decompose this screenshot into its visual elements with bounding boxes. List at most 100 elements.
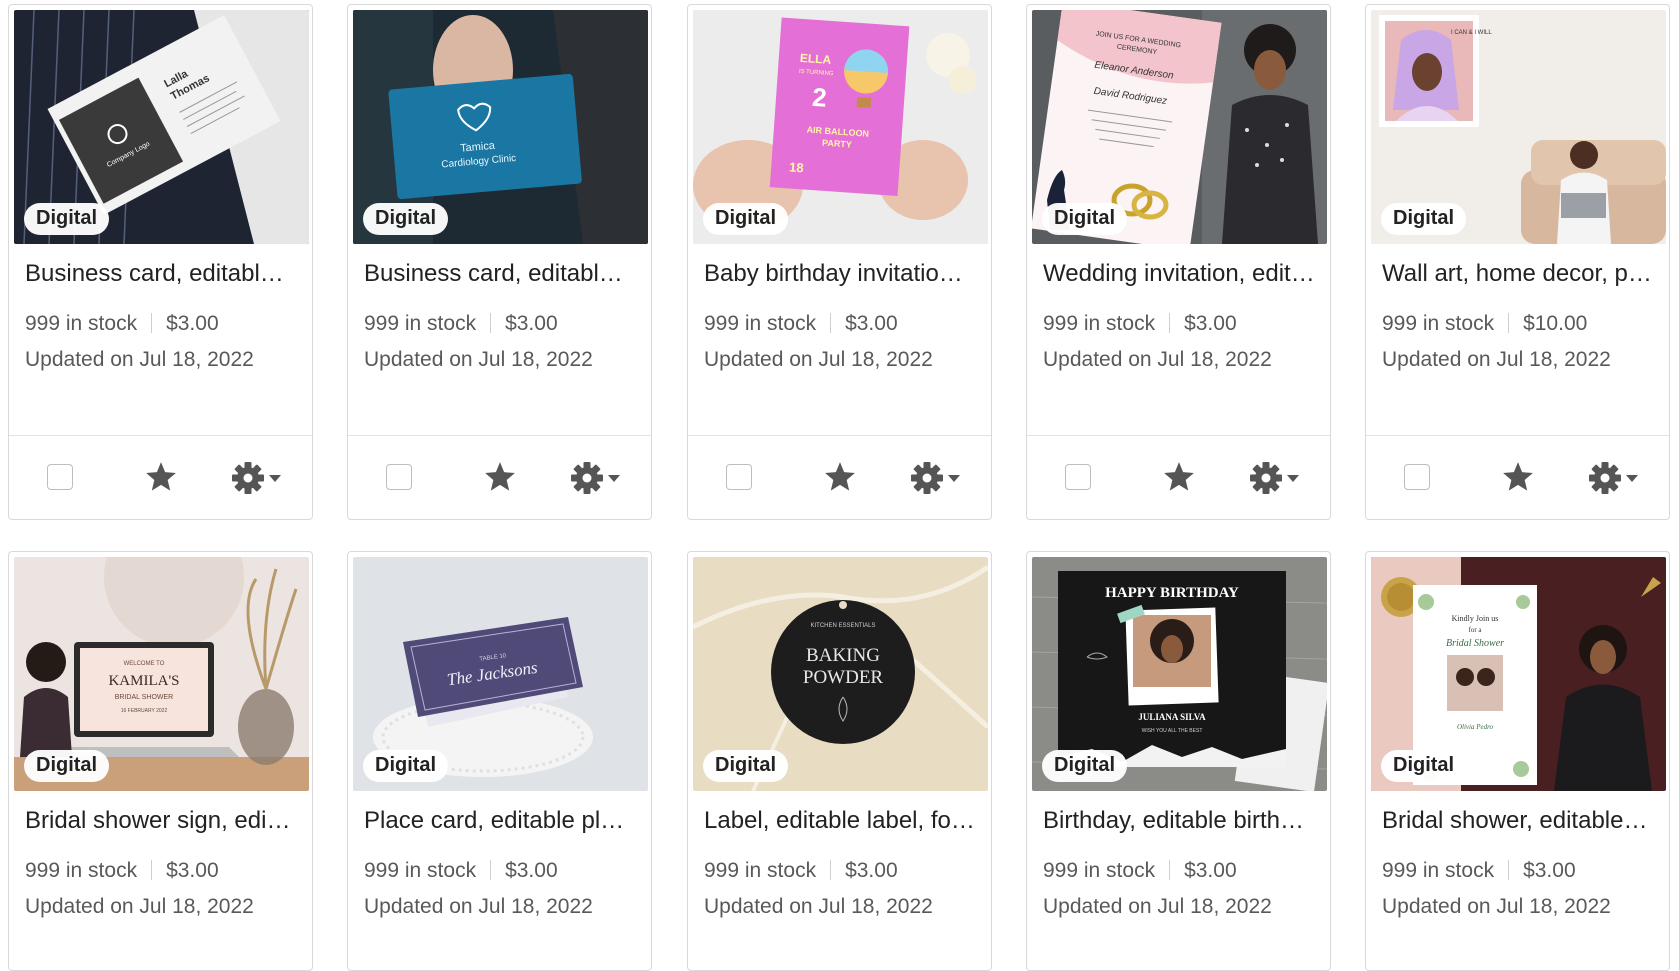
- meta-divider: [1169, 860, 1171, 880]
- listing-title[interactable]: Wall art, home decor, printable wall art: [1382, 260, 1654, 288]
- listing-thumbnail[interactable]: TABLE 10 The Jacksons Digital: [353, 557, 648, 791]
- listing-thumbnail[interactable]: JOIN US FOR A WEDDING CEREMONY Eleanor A…: [1032, 10, 1327, 244]
- star-icon[interactable]: [483, 460, 517, 494]
- star-icon[interactable]: [1501, 460, 1535, 494]
- svg-text:2: 2: [811, 82, 828, 113]
- select-checkbox[interactable]: [1065, 464, 1091, 490]
- select-checkbox[interactable]: [726, 464, 752, 490]
- stock-count: 999 in stock: [364, 859, 477, 882]
- svg-text:BAKING: BAKING: [806, 645, 880, 666]
- price: $3.00: [845, 312, 898, 335]
- svg-text:BRIDAL SHOWER: BRIDAL SHOWER: [115, 694, 173, 701]
- listing-meta: 999 in stock $3.00: [1043, 859, 1237, 883]
- stock-count: 999 in stock: [704, 312, 817, 335]
- svg-text:Bridal Shower: Bridal Shower: [1446, 638, 1504, 649]
- meta-divider: [490, 860, 492, 880]
- price: $3.00: [845, 859, 898, 882]
- listing-title[interactable]: Place card, editable place card: [364, 807, 636, 835]
- price: $3.00: [166, 312, 219, 335]
- chevron-down-icon: [948, 475, 960, 482]
- settings-menu-button[interactable]: [910, 460, 970, 496]
- listing-card[interactable]: WELCOME TO KAMILA'S BRIDAL SHOWER 16 FEB…: [8, 551, 313, 971]
- listing-card[interactable]: HAPPY BIRTHDAY JULIANA SILVA WISH YOU AL…: [1026, 551, 1331, 971]
- meta-divider: [1169, 313, 1171, 333]
- listing-thumbnail[interactable]: KITCHEN ESSENTIALS BAKING POWDER Digital: [693, 557, 988, 791]
- stock-count: 999 in stock: [704, 859, 817, 882]
- settings-menu-button[interactable]: [570, 460, 630, 496]
- digital-badge: Digital: [703, 750, 789, 782]
- listing-title[interactable]: Wedding invitation, editable invitation: [1043, 260, 1315, 288]
- svg-text:Olivia Pedro: Olivia Pedro: [1457, 723, 1494, 731]
- digital-badge: Digital: [24, 203, 110, 235]
- digital-badge: Digital: [1042, 750, 1128, 782]
- svg-text:HAPPY BIRTHDAY: HAPPY BIRTHDAY: [1105, 585, 1239, 601]
- svg-text:KITCHEN ESSENTIALS: KITCHEN ESSENTIALS: [810, 623, 875, 629]
- settings-menu-button[interactable]: [1249, 460, 1309, 496]
- star-icon[interactable]: [144, 460, 178, 494]
- listing-card[interactable]: TABLE 10 The Jacksons Digital Place card…: [347, 551, 652, 971]
- listing-thumbnail[interactable]: HAPPY BIRTHDAY JULIANA SILVA WISH YOU AL…: [1032, 557, 1327, 791]
- listing-title[interactable]: Label, editable label, food label: [704, 807, 976, 835]
- listing-title[interactable]: Business card, editable business card, e…: [364, 260, 636, 288]
- svg-text:WELCOME TO: WELCOME TO: [124, 661, 165, 667]
- digital-badge: Digital: [1381, 750, 1467, 782]
- listing-thumbnail[interactable]: Tamica Cardiology Clinic Digital: [353, 10, 648, 244]
- listing-thumbnail[interactable]: I CAN & I WILL Digital: [1371, 10, 1666, 244]
- listing-title[interactable]: Bridal shower sign, editable sign: [25, 807, 297, 835]
- price: $3.00: [505, 859, 558, 882]
- stock-count: 999 in stock: [1382, 859, 1495, 882]
- updated-date: Updated on Jul 18, 2022: [704, 348, 933, 371]
- listing-title[interactable]: Birthday, editable birthday card: [1043, 807, 1315, 835]
- select-checkbox[interactable]: [1404, 464, 1430, 490]
- svg-text:I CAN & I WILL: I CAN & I WILL: [1451, 30, 1492, 36]
- listing-card[interactable]: Company Logo Lalla Thomas Digital Busine…: [8, 4, 313, 520]
- updated-date: Updated on Jul 18, 2022: [1043, 895, 1272, 918]
- gear-icon: [1589, 462, 1621, 494]
- listing-card[interactable]: JOIN US FOR A WEDDING CEREMONY Eleanor A…: [1026, 4, 1331, 520]
- listing-meta: 999 in stock $3.00: [25, 312, 219, 336]
- meta-divider: [151, 313, 153, 333]
- settings-menu-button[interactable]: [231, 460, 291, 496]
- chevron-down-icon: [1287, 475, 1299, 482]
- price: $3.00: [1184, 312, 1237, 335]
- stock-count: 999 in stock: [1043, 312, 1156, 335]
- listing-thumbnail[interactable]: WELCOME TO KAMILA'S BRIDAL SHOWER 16 FEB…: [14, 557, 309, 791]
- star-icon[interactable]: [1162, 460, 1196, 494]
- listing-thumbnail[interactable]: Company Logo Lalla Thomas Digital: [14, 10, 309, 244]
- listing-meta: 999 in stock $3.00: [25, 859, 219, 883]
- card-actions: [688, 435, 991, 522]
- listing-title[interactable]: Baby birthday invitation, editable invit…: [704, 260, 976, 288]
- digital-badge: Digital: [363, 203, 449, 235]
- updated-date: Updated on Jul 18, 2022: [1382, 348, 1611, 371]
- svg-text:KAMILA'S: KAMILA'S: [108, 673, 179, 689]
- select-checkbox[interactable]: [47, 464, 73, 490]
- listing-title[interactable]: Business card, editable business card, e…: [25, 260, 297, 288]
- svg-text:18: 18: [789, 159, 804, 175]
- listing-card[interactable]: KITCHEN ESSENTIALS BAKING POWDER Digital…: [687, 551, 992, 971]
- svg-text:Kindly Join us: Kindly Join us: [1452, 614, 1499, 623]
- digital-badge: Digital: [1381, 203, 1467, 235]
- stock-count: 999 in stock: [1382, 312, 1495, 335]
- listing-meta: 999 in stock $3.00: [364, 312, 558, 336]
- card-actions: [348, 435, 651, 522]
- price: $3.00: [1523, 859, 1576, 882]
- digital-badge: Digital: [703, 203, 789, 235]
- chevron-down-icon: [608, 475, 620, 482]
- listing-grid: Company Logo Lalla Thomas Digital Busine…: [0, 0, 1679, 971]
- card-actions: [1027, 435, 1330, 522]
- listing-title[interactable]: Bridal shower, editable invitation: [1382, 807, 1654, 835]
- star-icon[interactable]: [823, 460, 857, 494]
- svg-text:16 FEBRUARY 2022: 16 FEBRUARY 2022: [121, 708, 168, 714]
- listing-card[interactable]: Tamica Cardiology Clinic Digital Busines…: [347, 4, 652, 520]
- listing-thumbnail[interactable]: ELLA IS TURNING 2 AIR BALLOON PARTY 18 D…: [693, 10, 988, 244]
- listing-thumbnail[interactable]: Kindly Join us for a Bridal Shower Olivi…: [1371, 557, 1666, 791]
- listing-card[interactable]: Kindly Join us for a Bridal Shower Olivi…: [1365, 551, 1670, 971]
- price: $10.00: [1523, 312, 1588, 335]
- digital-badge: Digital: [1042, 203, 1128, 235]
- settings-menu-button[interactable]: [1588, 460, 1648, 496]
- stock-count: 999 in stock: [364, 312, 477, 335]
- listing-card[interactable]: I CAN & I WILL Digital Wall art, home de…: [1365, 4, 1670, 520]
- select-checkbox[interactable]: [386, 464, 412, 490]
- listing-card[interactable]: ELLA IS TURNING 2 AIR BALLOON PARTY 18 D…: [687, 4, 992, 520]
- updated-date: Updated on Jul 18, 2022: [25, 348, 254, 371]
